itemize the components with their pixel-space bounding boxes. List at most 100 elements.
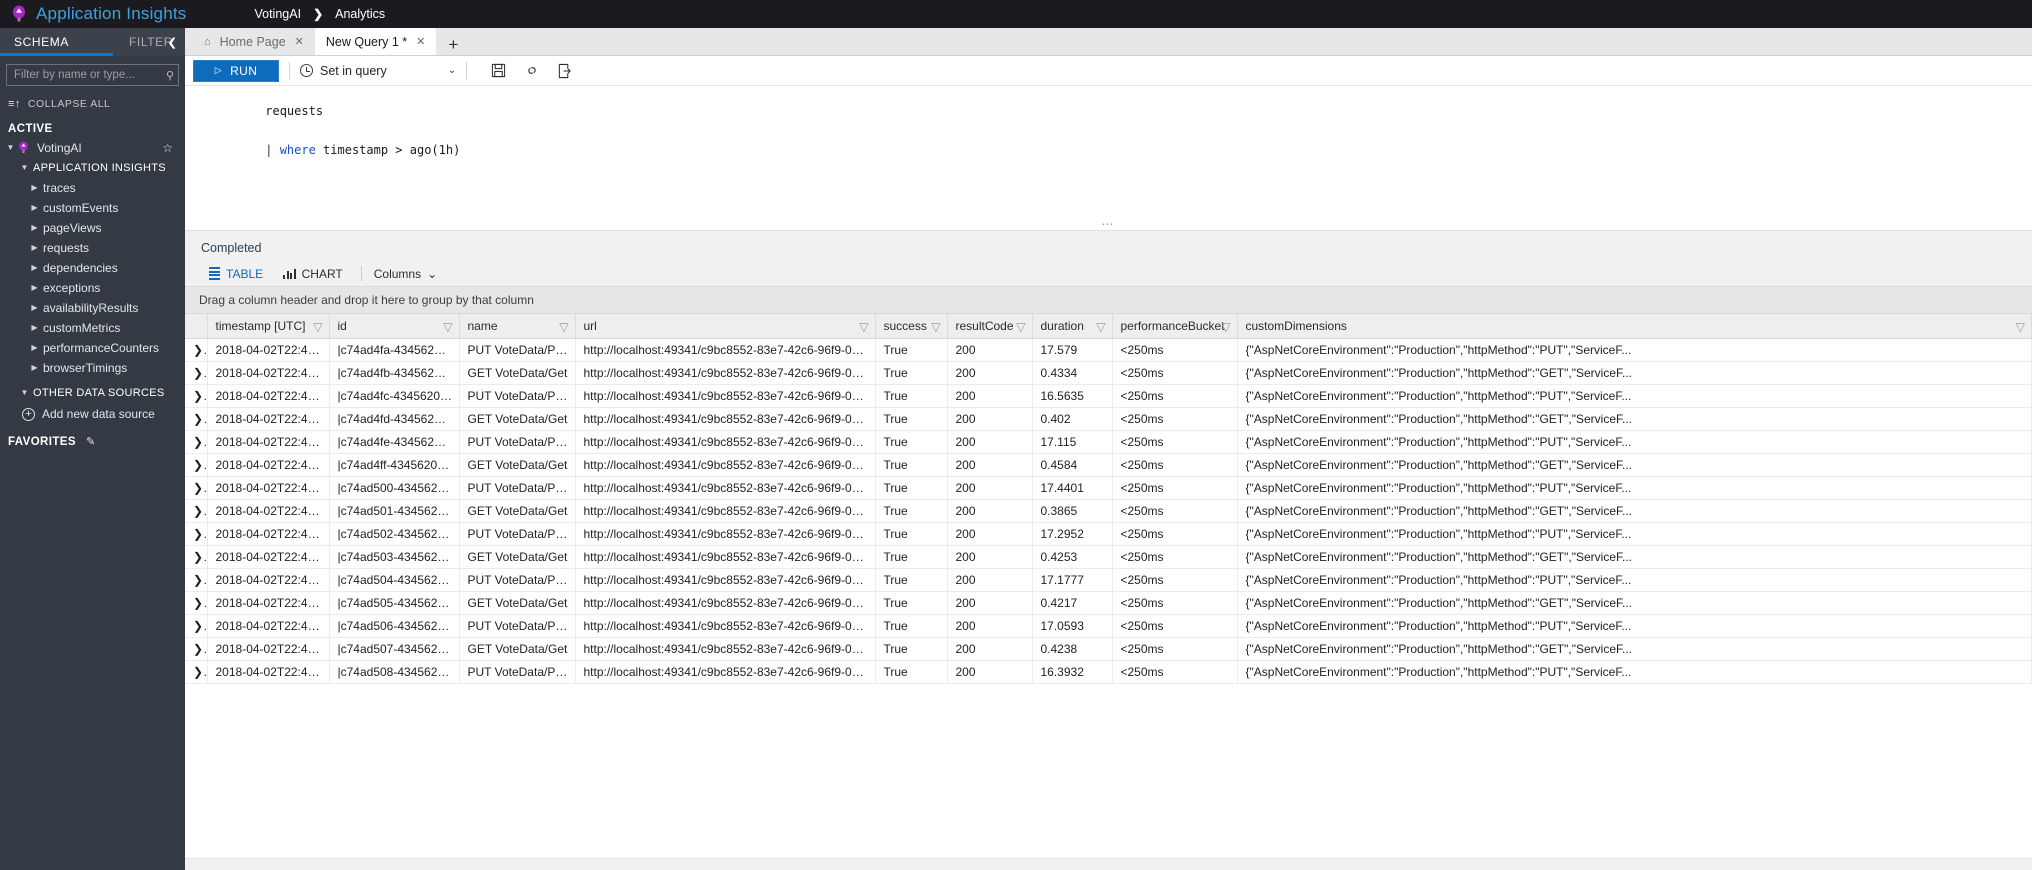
close-icon[interactable]: ✕ <box>295 35 304 48</box>
chevron-right-icon[interactable]: ▶ <box>30 283 39 292</box>
time-range-selector[interactable]: Set in query ⌄ <box>300 64 456 78</box>
column-header-timestamp[interactable]: timestamp [UTC] ▽ <box>207 314 330 339</box>
chevron-right-icon[interactable]: ▶ <box>30 203 39 212</box>
chevron-right-icon[interactable]: ▶ <box>30 303 39 312</box>
column-header-duration[interactable]: duration ▽ <box>1032 314 1113 339</box>
close-icon[interactable]: ✕ <box>416 35 425 48</box>
funnel-icon[interactable]: ▽ <box>1016 320 1025 334</box>
chevron-right-icon[interactable]: ❯ <box>185 568 208 592</box>
funnel-icon[interactable]: ▽ <box>1096 320 1105 334</box>
tab-filter[interactable]: FILTER <box>129 35 173 49</box>
chevron-down-icon[interactable]: ▼ <box>20 163 29 172</box>
chevron-right-icon[interactable]: ❯ <box>185 384 208 408</box>
chevron-right-icon[interactable]: ▶ <box>30 263 39 272</box>
funnel-icon[interactable]: ▽ <box>1221 320 1230 334</box>
column-header-resultcode[interactable]: resultCode ▽ <box>947 314 1033 339</box>
tab-chart-view[interactable]: CHART <box>273 267 353 281</box>
chevron-right-icon[interactable]: ❯ <box>185 361 208 385</box>
chevron-right-icon[interactable]: ❯ <box>185 407 208 431</box>
chevron-right-icon[interactable]: ▶ <box>30 323 39 332</box>
chevron-right-icon[interactable]: ❯ <box>185 660 208 684</box>
breadcrumb-item-analytics[interactable]: Analytics <box>335 7 385 21</box>
sidebar-item-app[interactable]: ▼ VotingAI ☆ <box>0 140 185 155</box>
tab-home-page[interactable]: ⌂ Home Page ✕ <box>193 28 315 55</box>
sidebar-item-browsertimings[interactable]: ▶ browserTimings <box>0 360 185 375</box>
tab-new-query-1[interactable]: New Query 1 * ✕ <box>314 28 437 55</box>
table-row[interactable]: ❯2018-04-02T22:43:31.895|c74ad508-434562… <box>185 660 2032 684</box>
table-row[interactable]: ❯2018-04-02T22:43:30.233|c74ad4fd-434562… <box>185 407 2032 431</box>
chevron-down-icon[interactable]: ⌄ <box>448 65 456 76</box>
column-header-performancebucket[interactable]: performanceBucket ▽ <box>1112 314 1238 339</box>
chevron-right-icon[interactable]: ▶ <box>30 243 39 252</box>
sidebar-item-pageviews[interactable]: ▶ pageViews <box>0 220 185 235</box>
add-data-source-button[interactable]: + Add new data source <box>0 407 185 421</box>
chevron-right-icon[interactable]: ❯ <box>185 499 208 523</box>
column-header-name[interactable]: name ▽ <box>459 314 576 339</box>
chevron-right-icon[interactable]: ❯ <box>185 338 208 362</box>
search-input[interactable] <box>7 69 186 81</box>
search-box[interactable]: ⚲ <box>6 64 186 86</box>
query-editor[interactable]: requests | where timestamp > ago(1h) <box>185 86 2032 217</box>
table-row[interactable]: ❯2018-04-02T22:43:31.038|c74ad4fe-434562… <box>185 430 2032 454</box>
table-row[interactable]: ❯2018-04-02T22:43:31.064|c74ad4ff-434562… <box>185 453 2032 477</box>
columns-dropdown[interactable]: Columns ⌄ <box>370 267 437 281</box>
chevron-right-icon[interactable]: ❯ <box>185 614 208 638</box>
tab-schema[interactable]: SCHEMA <box>0 35 69 49</box>
star-icon[interactable]: ☆ <box>162 141 173 155</box>
run-button[interactable]: ▷ RUN <box>193 59 279 82</box>
table-row[interactable]: ❯2018-04-02T22:43:30.209|c74ad4fc-434562… <box>185 384 2032 408</box>
table-row[interactable]: ❯2018-04-02T22:43:31.399|c74ad503-434562… <box>185 545 2032 569</box>
column-header-success[interactable]: success ▽ <box>875 314 948 339</box>
chevron-right-icon[interactable]: ❯ <box>185 430 208 454</box>
chevron-right-icon[interactable]: ❯ <box>185 637 208 661</box>
funnel-icon[interactable]: ▽ <box>559 320 568 334</box>
funnel-icon[interactable]: ▽ <box>931 320 940 334</box>
sidebar-item-custommetrics[interactable]: ▶ customMetrics <box>0 320 185 335</box>
sidebar-item-performancecounters[interactable]: ▶ performanceCounters <box>0 340 185 355</box>
sidebar-item-availabilityresults[interactable]: ▶ availabilityResults <box>0 300 185 315</box>
sidebar-item-traces[interactable]: ▶ traces <box>0 180 185 195</box>
chevron-right-icon[interactable]: ▶ <box>30 223 39 232</box>
link-icon[interactable] <box>523 62 540 79</box>
collapse-all-button[interactable]: ≡↑ COLLAPSE ALL <box>0 90 185 116</box>
table-row[interactable]: ❯2018-04-02T22:43:31.541|c74ad504-434562… <box>185 568 2032 592</box>
chevron-left-icon[interactable]: ❮ <box>168 36 177 49</box>
editor-splitter-handle[interactable]: ⋯ <box>185 217 2032 231</box>
sidebar-item-requests[interactable]: ▶ requests <box>0 240 185 255</box>
funnel-icon[interactable]: ▽ <box>313 320 322 334</box>
column-header-id[interactable]: id ▽ <box>329 314 460 339</box>
table-row[interactable]: ❯2018-04-02T22:43:31.566|c74ad505-434562… <box>185 591 2032 615</box>
table-row[interactable]: ❯2018-04-02T22:43:31.197|c74ad500-434562… <box>185 476 2032 500</box>
chevron-right-icon[interactable]: ❯ <box>185 545 208 569</box>
breadcrumb-item-app[interactable]: VotingAI <box>254 7 301 21</box>
table-row[interactable]: ❯2018-04-02T22:43:30.004|c74ad4fa-434562… <box>185 338 2032 362</box>
query-code[interactable]: requests | where timestamp > ago(1h) <box>193 86 460 217</box>
chevron-right-icon[interactable]: ❯ <box>185 591 208 615</box>
funnel-icon[interactable]: ▽ <box>443 320 452 334</box>
chevron-right-icon[interactable]: ❯ <box>185 476 208 500</box>
funnel-icon[interactable]: ▽ <box>2016 320 2025 334</box>
table-row[interactable]: ❯2018-04-02T22:43:31.375|c74ad502-434562… <box>185 522 2032 546</box>
sidebar-group-other-data-sources[interactable]: ▼ OTHER DATA SOURCES <box>0 385 185 400</box>
chevron-right-icon[interactable]: ▶ <box>30 343 39 352</box>
save-icon[interactable] <box>490 62 507 79</box>
table-row[interactable]: ❯2018-04-02T22:43:30.029|c74ad4fb-434562… <box>185 361 2032 385</box>
sidebar-item-dependencies[interactable]: ▶ dependencies <box>0 260 185 275</box>
table-row[interactable]: ❯2018-04-02T22:43:31.725|c74ad506-434562… <box>185 614 2032 638</box>
column-header-customdimensions[interactable]: customDimensions ▽ <box>1237 314 2032 339</box>
chevron-right-icon[interactable]: ▶ <box>30 183 39 192</box>
chevron-down-icon[interactable]: ▼ <box>6 143 15 152</box>
chevron-right-icon[interactable]: ❯ <box>185 453 208 477</box>
horizontal-scrollbar[interactable] <box>185 858 2032 870</box>
export-icon[interactable] <box>556 62 573 79</box>
table-row[interactable]: ❯2018-04-02T22:43:31.221|c74ad501-434562… <box>185 499 2032 523</box>
chevron-right-icon[interactable]: ▶ <box>30 363 39 372</box>
sidebar-group-application-insights[interactable]: ▼ APPLICATION INSIGHTS <box>0 160 185 175</box>
funnel-icon[interactable]: ▽ <box>859 320 868 334</box>
tab-table-view[interactable]: TABLE <box>199 267 273 281</box>
new-tab-button[interactable]: + <box>436 36 470 55</box>
chevron-down-icon[interactable]: ▼ <box>20 388 29 397</box>
chevron-right-icon[interactable]: ❯ <box>185 522 208 546</box>
column-header-url[interactable]: url ▽ <box>575 314 876 339</box>
table-row[interactable]: ❯2018-04-02T22:43:31.750|c74ad507-434562… <box>185 637 2032 661</box>
